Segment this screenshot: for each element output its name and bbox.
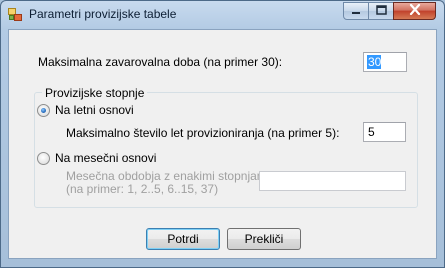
cancel-button[interactable]: Prekliči [227,228,301,250]
dialog-window: Parametri provizijske tabele Maksimalna … [0,0,445,268]
maximize-button[interactable] [368,2,394,20]
minimize-button[interactable] [343,2,369,20]
max-years-input[interactable] [363,122,406,142]
close-icon [409,3,421,18]
monthly-periods-label-line1: Mesečna obdobja z enakimi stopnjami: [66,169,273,183]
max-years-label: Maksimalno število let provizioniranja (… [66,126,340,140]
app-icon [8,8,22,21]
monthly-periods-input[interactable] [259,171,406,191]
title-bar[interactable]: Parametri provizijske tabele [1,1,444,28]
close-button[interactable] [393,2,436,20]
window-title: Parametri provizijske tabele [29,7,177,21]
monthly-basis-radio[interactable] [37,152,50,165]
max-duration-label: Maksimalna zavarovalna doba (na primer 3… [38,55,283,69]
annual-basis-radio[interactable] [37,104,50,117]
commission-rates-group-title: Provizijske stopnje [42,86,148,100]
radio-selected-dot [41,108,46,113]
ok-button[interactable]: Potrdi [146,228,220,250]
maximize-icon [375,4,387,18]
minimize-icon [351,4,361,18]
annual-basis-label[interactable]: Na letni osnovi [55,103,134,117]
dialog-client-area: Maksimalna zavarovalna doba (na primer 3… [8,29,437,259]
max-duration-selected-text: 30 [368,55,382,69]
monthly-periods-label-line2: (na primer: 1, 2..5, 6..15, 37) [66,182,219,196]
monthly-basis-label[interactable]: Na mesečni osnovi [55,151,156,165]
